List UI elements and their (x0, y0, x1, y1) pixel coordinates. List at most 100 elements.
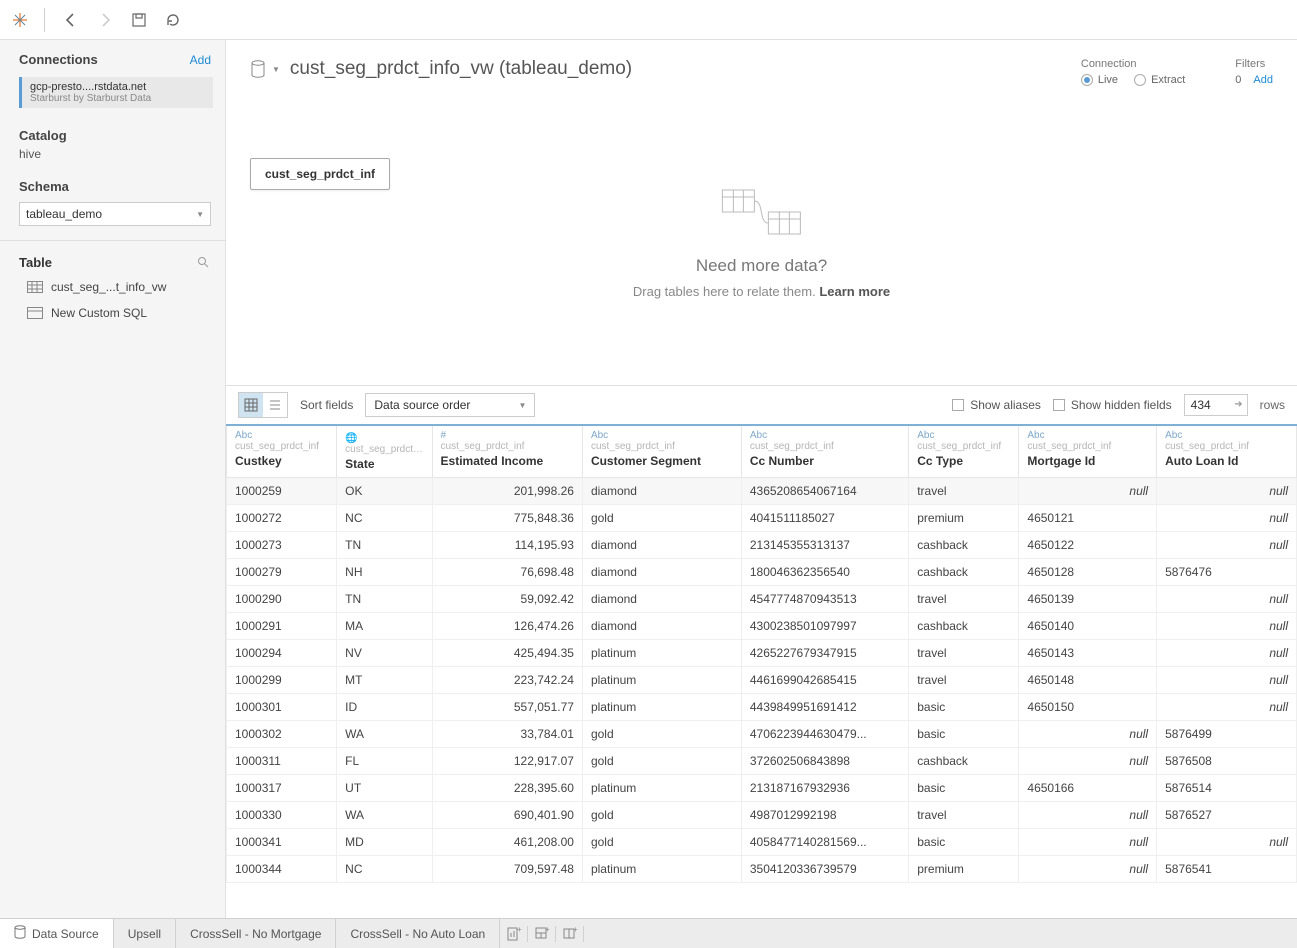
table-cell[interactable]: 1000341 (227, 829, 337, 856)
table-cell[interactable]: 4650166 (1019, 775, 1157, 802)
table-cell[interactable]: 1000317 (227, 775, 337, 802)
table-cell[interactable]: 114,195.93 (432, 532, 582, 559)
table-cell[interactable]: 3504120336739579 (741, 856, 908, 883)
tab-datasource[interactable]: Data Source (0, 919, 114, 948)
table-row[interactable]: 1000291MA126,474.26diamond43002385010979… (227, 613, 1297, 640)
table-pill[interactable]: cust_seg_prdct_inf (250, 158, 390, 190)
table-cell[interactable]: WA (337, 721, 432, 748)
relationship-canvas[interactable]: cust_seg_prdct_inf Need more data? Drag … (226, 86, 1297, 386)
table-cell[interactable]: ID (337, 694, 432, 721)
column-header[interactable]: Abccust_seg_prdct_infCc Type (909, 426, 1019, 478)
table-cell[interactable]: travel (909, 667, 1019, 694)
grid-view-toggle[interactable] (239, 393, 263, 417)
table-row[interactable]: 1000311FL122,917.07gold372602506843898ca… (227, 748, 1297, 775)
table-cell[interactable]: basic (909, 829, 1019, 856)
datasource-icon[interactable] (250, 60, 266, 78)
column-header[interactable]: Abccust_seg_prdct_infCustkey (227, 426, 337, 478)
table-cell[interactable]: 4706223944630479... (741, 721, 908, 748)
tab-crosssell-autoloan[interactable]: CrossSell - No Auto Loan (336, 919, 500, 948)
sidebar-table-item[interactable]: cust_seg_...t_info_vw (0, 274, 225, 300)
table-cell[interactable]: 180046362356540 (741, 559, 908, 586)
table-cell[interactable]: gold (582, 721, 741, 748)
table-cell[interactable]: platinum (582, 667, 741, 694)
table-cell[interactable]: 5876476 (1157, 559, 1297, 586)
new-dashboard-button[interactable]: + (528, 926, 556, 942)
table-cell[interactable]: null (1157, 829, 1297, 856)
show-aliases-checkbox[interactable]: Show aliases (952, 398, 1041, 412)
table-cell[interactable]: 372602506843898 (741, 748, 908, 775)
table-cell[interactable]: 557,051.77 (432, 694, 582, 721)
table-cell[interactable]: 4041511185027 (741, 505, 908, 532)
table-cell[interactable]: null (1157, 640, 1297, 667)
table-cell[interactable]: 1000302 (227, 721, 337, 748)
table-cell[interactable]: 5876499 (1157, 721, 1297, 748)
chevron-down-icon[interactable]: ▼ (272, 65, 280, 74)
extract-radio[interactable]: Extract (1134, 74, 1185, 86)
table-cell[interactable]: null (1019, 802, 1157, 829)
table-cell[interactable]: diamond (582, 613, 741, 640)
table-cell[interactable]: basic (909, 721, 1019, 748)
table-cell[interactable]: 1000301 (227, 694, 337, 721)
table-cell[interactable]: 1000344 (227, 856, 337, 883)
table-cell[interactable]: platinum (582, 775, 741, 802)
table-cell[interactable]: 4058477140281569... (741, 829, 908, 856)
table-cell[interactable]: cashback (909, 748, 1019, 775)
table-cell[interactable]: MT (337, 667, 432, 694)
table-cell[interactable]: null (1157, 532, 1297, 559)
table-cell[interactable]: NC (337, 856, 432, 883)
table-cell[interactable]: 690,401.90 (432, 802, 582, 829)
table-cell[interactable]: MA (337, 613, 432, 640)
add-filter-link[interactable]: Add (1253, 74, 1273, 86)
table-cell[interactable]: premium (909, 856, 1019, 883)
tab-crosssell-mortgage[interactable]: CrossSell - No Mortgage (176, 919, 336, 948)
table-cell[interactable]: platinum (582, 856, 741, 883)
table-cell[interactable]: platinum (582, 640, 741, 667)
show-hidden-fields-checkbox[interactable]: Show hidden fields (1053, 398, 1172, 412)
table-cell[interactable]: 5876541 (1157, 856, 1297, 883)
table-cell[interactable]: 4650148 (1019, 667, 1157, 694)
table-cell[interactable]: basic (909, 775, 1019, 802)
table-row[interactable]: 1000299MT223,742.24platinum4461699042685… (227, 667, 1297, 694)
table-cell[interactable]: 4547774870943513 (741, 586, 908, 613)
table-row[interactable]: 1000302WA33,784.01gold4706223944630479..… (227, 721, 1297, 748)
table-cell[interactable]: diamond (582, 478, 741, 505)
table-cell[interactable]: 4650140 (1019, 613, 1157, 640)
table-cell[interactable]: 1000279 (227, 559, 337, 586)
table-cell[interactable]: null (1019, 721, 1157, 748)
table-cell[interactable]: MD (337, 829, 432, 856)
table-cell[interactable]: diamond (582, 586, 741, 613)
table-cell[interactable]: 425,494.35 (432, 640, 582, 667)
table-cell[interactable]: 4300238501097997 (741, 613, 908, 640)
table-cell[interactable]: premium (909, 505, 1019, 532)
forward-button[interactable] (93, 8, 117, 32)
table-row[interactable]: 1000341MD461,208.00gold4058477140281569.… (227, 829, 1297, 856)
table-row[interactable]: 1000259OK201,998.26diamond43652086540671… (227, 478, 1297, 505)
table-cell[interactable]: 213145355313137 (741, 532, 908, 559)
live-radio[interactable]: Live (1081, 74, 1118, 86)
tab-upsell[interactable]: Upsell (114, 919, 176, 948)
column-header[interactable]: Abccust_seg_prdct_infCustomer Segment (582, 426, 741, 478)
table-cell[interactable]: 223,742.24 (432, 667, 582, 694)
table-cell[interactable]: basic (909, 694, 1019, 721)
table-cell[interactable]: 4650122 (1019, 532, 1157, 559)
table-cell[interactable]: 4650143 (1019, 640, 1157, 667)
table-cell[interactable]: 461,208.00 (432, 829, 582, 856)
table-cell[interactable]: travel (909, 802, 1019, 829)
column-header[interactable]: Abccust_seg_prdct_infMortgage Id (1019, 426, 1157, 478)
table-cell[interactable]: null (1157, 694, 1297, 721)
table-cell[interactable]: cashback (909, 559, 1019, 586)
table-cell[interactable]: 4650121 (1019, 505, 1157, 532)
table-cell[interactable]: gold (582, 829, 741, 856)
table-row[interactable]: 1000272NC775,848.36gold4041511185027prem… (227, 505, 1297, 532)
table-cell[interactable]: 4650128 (1019, 559, 1157, 586)
table-cell[interactable]: 4461699042685415 (741, 667, 908, 694)
table-cell[interactable]: 59,092.42 (432, 586, 582, 613)
table-cell[interactable]: 1000290 (227, 586, 337, 613)
table-cell[interactable]: cashback (909, 613, 1019, 640)
new-story-button[interactable]: + (556, 926, 584, 942)
rows-input[interactable]: 434➜ (1184, 394, 1248, 416)
table-row[interactable]: 1000294NV425,494.35platinum4265227679347… (227, 640, 1297, 667)
table-cell[interactable]: 4650150 (1019, 694, 1157, 721)
add-connection-link[interactable]: Add (190, 53, 211, 67)
table-cell[interactable]: 33,784.01 (432, 721, 582, 748)
